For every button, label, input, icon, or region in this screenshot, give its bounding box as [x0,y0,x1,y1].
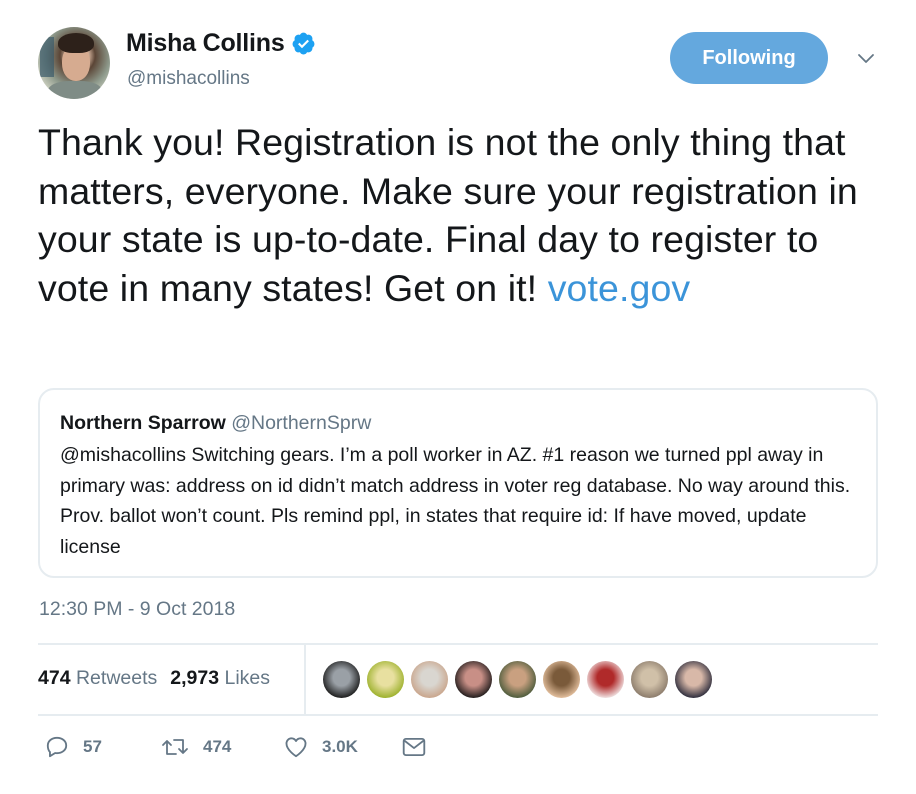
likes-stat[interactable]: 2,973 Likes [170,667,270,690]
envelope-icon [402,737,426,757]
retweets-stat[interactable]: 474 Retweets [38,667,157,690]
retweets-count: 474 [38,667,71,689]
avatar-background [40,37,54,77]
author-name-row[interactable]: Misha Collins [126,29,316,58]
liker-avatar[interactable] [455,661,492,698]
liker-avatars [323,661,712,698]
quoted-author-name: Northern Sparrow [60,412,226,434]
author-name[interactable]: Misha Collins [126,29,285,58]
action-bar: 57 474 3.0K [44,734,464,764]
reply-count: 57 [83,737,102,756]
engagement-stats: 474 Retweets 2,973 Likes [38,667,270,690]
retweets-label: Retweets [75,667,158,689]
reply-icon [46,736,68,758]
liker-avatar[interactable] [411,661,448,698]
quoted-tweet[interactable]: Northern Sparrow @NorthernSprw @mishacol… [38,388,878,578]
stats-separator [304,645,306,714]
avatar-hair [58,33,94,53]
retweet-count: 474 [203,737,232,756]
chevron-down-icon[interactable] [856,52,876,66]
likes-count: 2,973 [170,667,220,689]
quoted-author-handle: @NorthernSprw [231,412,372,434]
likes-label: Likes [224,667,271,689]
divider [38,643,878,645]
tweet-link[interactable]: vote.gov [548,267,691,309]
tweet-text: Thank you! Registration is not the only … [38,118,888,312]
retweet-button[interactable]: 474 [160,734,231,760]
avatar-shirt [48,81,102,99]
quoted-tweet-text: @mishacollins Switching gears. I’m a pol… [60,444,851,558]
heart-icon [285,737,307,758]
author-handle[interactable]: @mishacollins [127,68,250,90]
liker-avatar[interactable] [367,661,404,698]
author-avatar[interactable] [38,27,110,99]
quoted-tweet-header: Northern Sparrow @NorthernSprw [60,412,371,435]
liker-avatar[interactable] [323,661,360,698]
tweet-card: Misha Collins @mishacollins Following Th… [0,0,916,794]
liker-avatar[interactable] [675,661,712,698]
liker-avatar[interactable] [587,661,624,698]
liker-avatar[interactable] [631,661,668,698]
following-button[interactable]: Following [670,32,828,84]
direct-message-button[interactable] [401,734,427,760]
divider [38,714,878,716]
like-button[interactable]: 3.0K [283,734,358,760]
liker-avatar[interactable] [499,661,536,698]
liker-avatar[interactable] [543,661,580,698]
tweet-timestamp[interactable]: 12:30 PM - 9 Oct 2018 [39,598,235,621]
tweet-body: Thank you! Registration is not the only … [38,121,858,309]
like-count: 3.0K [322,737,358,756]
reply-button[interactable]: 57 [44,734,102,760]
retweet-icon [162,739,188,755]
verified-badge-icon [292,32,314,55]
